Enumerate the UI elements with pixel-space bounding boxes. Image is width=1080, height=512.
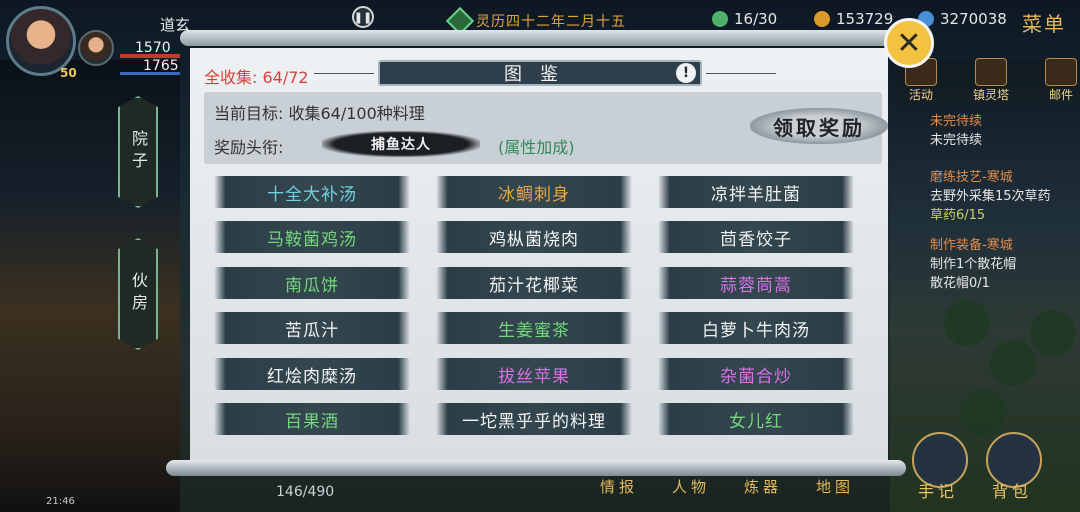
divider	[314, 73, 374, 74]
close-button[interactable]: ✕	[884, 18, 934, 68]
scroll-top-rod	[180, 30, 896, 46]
player-level: 50	[60, 66, 77, 80]
reward-bonus: (属性加成)	[498, 138, 575, 157]
pause-icon: ❚❚	[353, 10, 373, 24]
scroll-bottom-rod	[166, 460, 906, 476]
dish-item[interactable]: 苦瓜汁	[214, 312, 410, 344]
resource-coin: 153729	[814, 10, 893, 28]
dish-item[interactable]: 生姜蜜茶	[436, 312, 632, 344]
menu-button[interactable]: 菜单	[1022, 8, 1066, 37]
tree-decoration	[1030, 310, 1076, 356]
total-collection: 全收集: 64/72	[204, 68, 309, 87]
side-tab-kitchen[interactable]: 伙房	[118, 238, 158, 350]
close-icon: ✕	[896, 25, 922, 61]
nav-character[interactable]: 人物	[672, 476, 710, 497]
gem-value: 3270038	[940, 10, 1007, 28]
pause-button[interactable]: ❚❚	[352, 6, 374, 28]
nav-forge[interactable]: 炼器	[744, 476, 782, 497]
quest-progress: 散花帽0/1	[930, 276, 990, 291]
resource-spirit: 16/30	[712, 10, 777, 28]
bottom-nav: 情报 人物 炼器 地图	[600, 476, 854, 497]
mp-bar	[120, 72, 180, 75]
dish-item[interactable]: 女儿红	[658, 403, 854, 435]
dish-item[interactable]: 白萝卜牛肉汤	[658, 312, 854, 344]
dish-item[interactable]: 拔丝苹果	[436, 358, 632, 390]
tree-decoration	[990, 340, 1036, 386]
quest-item[interactable]: 制作装备-寒城 制作1个散花帽 散花帽0/1	[930, 236, 1080, 293]
nav-intel[interactable]: 情报	[600, 476, 638, 497]
clock: 21:46	[46, 496, 75, 507]
quest-desc: 去野外采集15次草药	[930, 189, 1051, 204]
pagoda-icon	[975, 58, 1007, 86]
reward-title: 捕鱼达人	[322, 131, 480, 157]
dish-item[interactable]: 茴香饺子	[658, 221, 854, 253]
dish-item[interactable]: 凉拌羊肚菌	[658, 176, 854, 208]
stamina-value: 146/490	[276, 484, 335, 500]
divider	[706, 73, 776, 74]
dish-item[interactable]: 鸡枞菌烧肉	[436, 221, 632, 253]
dish-item[interactable]: 马鞍菌鸡汤	[214, 221, 410, 253]
quest-item[interactable]: 未完待续 未完待续	[930, 112, 1080, 150]
dish-item[interactable]: 蒜蓉茼蒿	[658, 267, 854, 299]
resource-gem: 3270038	[918, 10, 1007, 28]
dish-item[interactable]: 茄汁花椰菜	[436, 267, 632, 299]
dish-item[interactable]: 南瓜饼	[214, 267, 410, 299]
companion-avatar[interactable]	[78, 30, 114, 66]
dish-item[interactable]: 十全大补汤	[214, 176, 410, 208]
dish-item[interactable]: 杂菌合炒	[658, 358, 854, 390]
side-tab-courtyard[interactable]: 院子	[118, 96, 158, 208]
dish-item[interactable]: 红烩肉糜汤	[214, 358, 410, 390]
tree-decoration	[960, 390, 1006, 436]
dish-item[interactable]: 一坨黑乎乎的料理	[436, 403, 632, 435]
tree-decoration	[944, 300, 990, 346]
top-icon-row: 活动 镇灵塔 邮件	[900, 58, 1080, 103]
dish-item[interactable]: 冰鲷刺身	[436, 176, 632, 208]
coin-icon	[814, 11, 830, 27]
mail-button[interactable]: 邮件	[1040, 58, 1080, 103]
dish-item[interactable]: 百果酒	[214, 403, 410, 435]
mail-icon	[1045, 58, 1077, 86]
quest-item[interactable]: 磨练技艺-寒城 去野外采集15次草药 草药6/15	[930, 168, 1080, 225]
journal-label: 手记	[918, 482, 959, 501]
town-hall-button[interactable]: 镇灵塔	[970, 58, 1012, 103]
spirit-value: 16/30	[734, 10, 778, 28]
nav-map[interactable]: 地图	[816, 476, 854, 497]
quest-title: 未完待续	[930, 114, 983, 129]
reward-label: 奖励头衔:	[214, 138, 284, 157]
panel-title: 图鉴	[378, 60, 702, 86]
quest-desc: 制作1个散花帽	[930, 257, 1017, 272]
info-icon[interactable]: !	[676, 63, 696, 83]
quest-progress: 草药6/15	[930, 208, 986, 223]
date-text: 灵历四十二年二月十五	[476, 14, 626, 30]
quest-desc: 未完待续	[930, 133, 983, 148]
quest-title: 磨练技艺-寒城	[930, 170, 1013, 185]
quest-title: 制作装备-寒城	[930, 238, 1013, 253]
bag-label: 背包	[992, 482, 1033, 501]
spirit-icon	[712, 11, 728, 27]
current-target: 当前目标: 收集64/100种料理	[214, 104, 425, 123]
coin-value: 153729	[836, 10, 894, 28]
claim-reward-button[interactable]: 领取奖励	[750, 108, 888, 144]
